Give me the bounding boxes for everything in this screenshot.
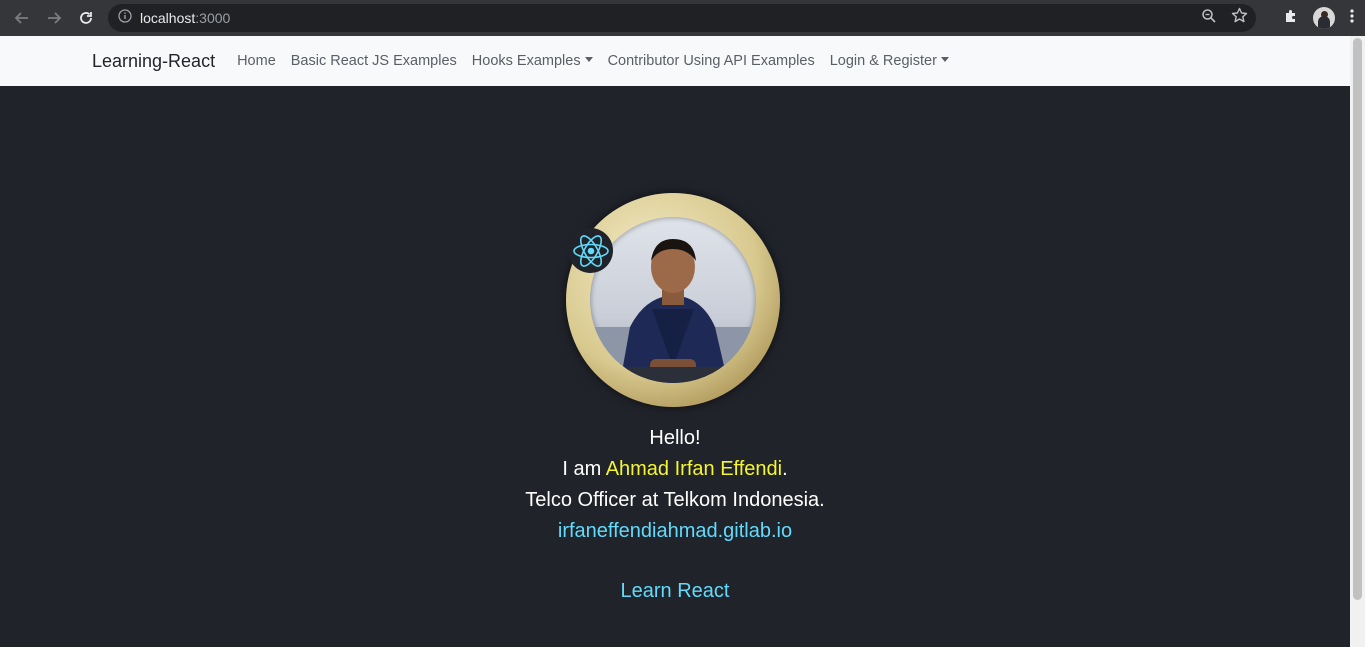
intro-prefix: I am bbox=[562, 458, 606, 480]
info-icon[interactable] bbox=[118, 8, 132, 28]
caret-down-icon bbox=[940, 57, 949, 62]
profile-photo bbox=[590, 217, 756, 383]
website-line: irfaneffendiahmad.gitlab.io bbox=[0, 520, 1350, 543]
address-bar[interactable]: localhost:3000 bbox=[108, 4, 1256, 32]
greeting-text: Hello! bbox=[649, 427, 701, 449]
nav-link-contributor-api[interactable]: Contributor Using API Examples bbox=[608, 53, 815, 69]
nav-link-label: Hooks Examples bbox=[471, 53, 581, 69]
navbar-brand[interactable]: Learning-React bbox=[92, 51, 215, 72]
url-port: :3000 bbox=[195, 10, 231, 26]
role-text: Telco Officer at Telkom Indonesia. bbox=[525, 489, 825, 511]
author-name: Ahmad Irfan Effendi bbox=[605, 458, 783, 480]
url-host: localhost bbox=[140, 10, 196, 26]
nav-link-home[interactable]: Home bbox=[237, 53, 276, 69]
intro-line: I am Ahmad Irfan Effendi. bbox=[0, 458, 1350, 481]
nav-dropdown-login-register[interactable]: Login & Register bbox=[830, 53, 949, 69]
nav-link-label: Contributor Using API Examples bbox=[607, 53, 815, 69]
forward-arrow-icon[interactable] bbox=[38, 0, 70, 36]
menu-kebab-icon[interactable] bbox=[1349, 8, 1355, 29]
learn-react-link[interactable]: Learn React bbox=[621, 580, 730, 602]
reload-icon[interactable] bbox=[70, 0, 102, 36]
intro-suffix: . bbox=[782, 458, 788, 480]
react-logo-icon bbox=[568, 228, 613, 273]
profile-avatar[interactable] bbox=[1313, 7, 1335, 29]
nav-link-label: Home bbox=[237, 53, 276, 69]
nav-link-basic-react[interactable]: Basic React JS Examples bbox=[291, 53, 457, 69]
profile-portrait bbox=[566, 193, 780, 407]
browser-toolbar: localhost:3000 bbox=[0, 0, 1365, 36]
scrollbar-thumb[interactable] bbox=[1353, 38, 1362, 600]
cta-line: Learn React bbox=[0, 580, 1350, 603]
nav-link-label: Basic React JS Examples bbox=[290, 53, 457, 69]
zoom-icon[interactable] bbox=[1201, 8, 1217, 29]
extensions-icon[interactable] bbox=[1283, 8, 1299, 29]
star-icon[interactable] bbox=[1231, 7, 1248, 29]
nav-dropdown-hooks[interactable]: Hooks Examples bbox=[472, 53, 593, 69]
nav-link-label: Login & Register bbox=[829, 53, 937, 69]
page-scrollbar[interactable] bbox=[1350, 36, 1365, 647]
hero-section: Hello! I am Ahmad Irfan Effendi. Telco O… bbox=[0, 86, 1350, 647]
caret-down-icon bbox=[584, 57, 593, 62]
site-navbar: Learning-React Home Basic React JS Examp… bbox=[0, 36, 1350, 86]
website-link[interactable]: irfaneffendiahmad.gitlab.io bbox=[558, 520, 792, 542]
back-arrow-icon[interactable] bbox=[6, 0, 38, 36]
